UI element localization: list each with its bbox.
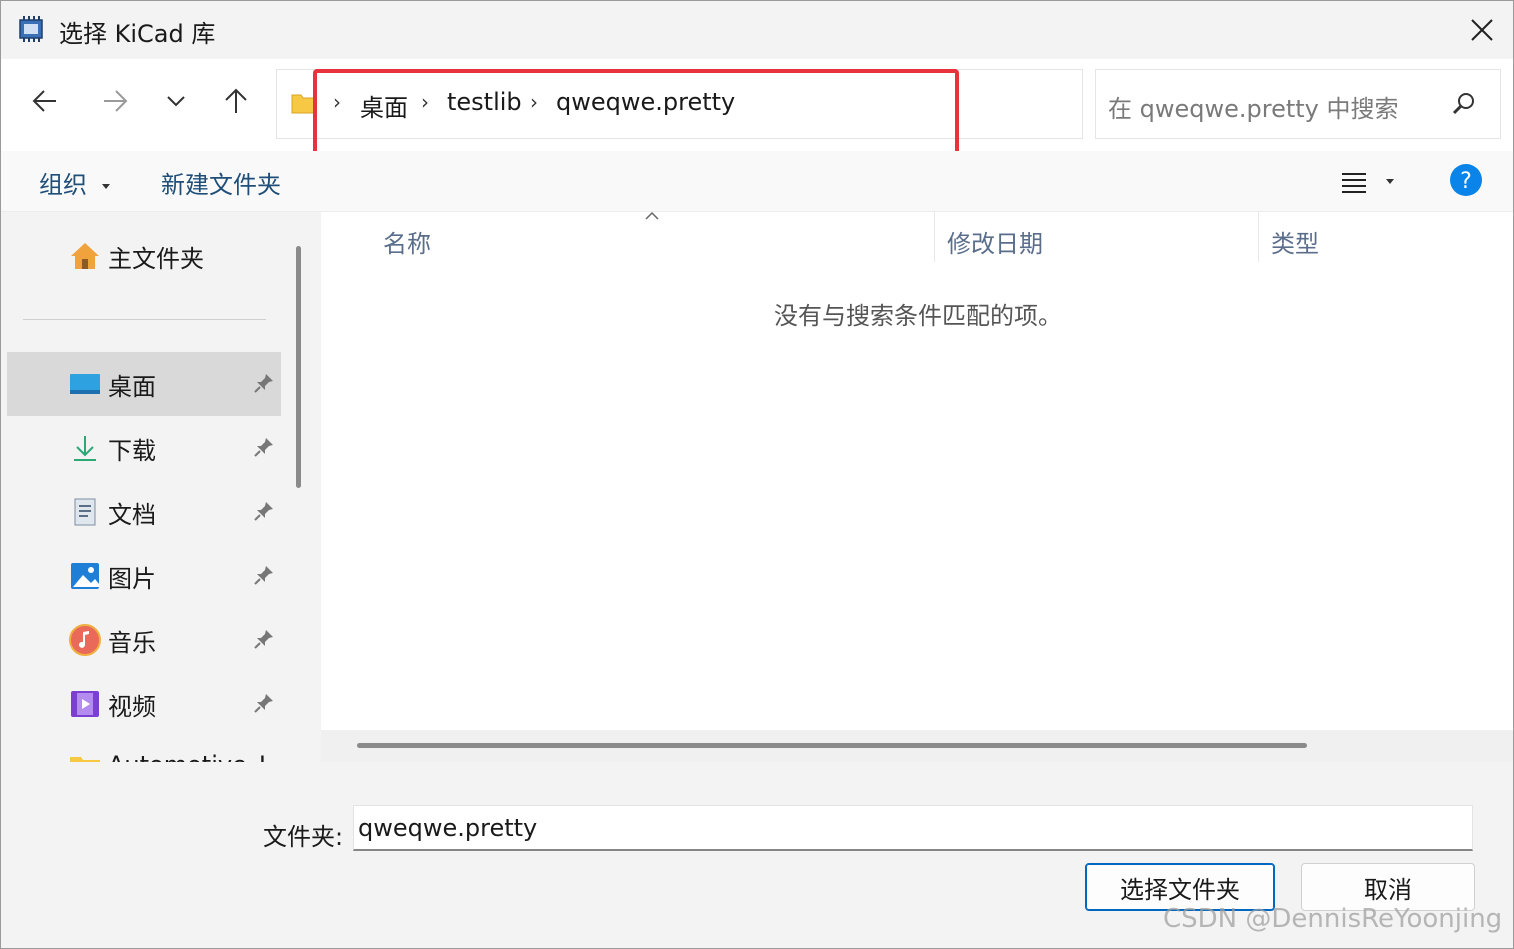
- file-list-pane: 名称 修改日期 类型 没有与搜索条件匹配的项。: [321, 211, 1513, 730]
- breadcrumb-current-folder[interactable]: qweqwe.pretty: [556, 88, 735, 116]
- column-divider[interactable]: [1258, 212, 1259, 262]
- desktop-icon: [70, 374, 100, 394]
- organize-menu[interactable]: 组织: [39, 165, 111, 200]
- caret-down-icon: [101, 184, 110, 189]
- sidebar-item-label: 下载: [108, 437, 156, 465]
- documents-icon: [74, 498, 96, 526]
- sidebar-item-label: 文档: [108, 501, 156, 529]
- sidebar-item-home[interactable]: 主文件夹: [7, 224, 281, 288]
- sidebar-scrollbar[interactable]: [296, 246, 301, 488]
- view-options-button[interactable]: [1337, 167, 1407, 197]
- back-button[interactable]: [23, 79, 67, 123]
- sidebar-item-pictures[interactable]: 图片: [7, 544, 281, 608]
- pin-icon: [254, 630, 273, 649]
- sidebar-item-label: 桌面: [108, 373, 156, 401]
- music-icon: [69, 624, 101, 656]
- breadcrumb-separator: ›: [530, 90, 538, 114]
- horizontal-scrollbar[interactable]: [321, 730, 1513, 762]
- column-header-modified[interactable]: 修改日期: [947, 224, 1043, 259]
- breadcrumb-separator: ›: [333, 90, 341, 114]
- sidebar-item-desktop[interactable]: 桌面: [7, 352, 281, 416]
- window-title: 选择 KiCad 库: [59, 20, 216, 48]
- folder-label: 文件夹:: [263, 823, 344, 851]
- sidebar-item-label: 视频: [108, 693, 156, 721]
- sidebar-item-label: 音乐: [108, 629, 156, 657]
- arrow-up-icon: [225, 88, 247, 113]
- caret-down-icon: [1386, 179, 1394, 184]
- sidebar-item-label: Automotive_I: [108, 751, 266, 762]
- sidebar-item-downloads[interactable]: 下载: [7, 416, 281, 480]
- sidebar-item-label: 图片: [108, 565, 156, 593]
- breadcrumb-testlib[interactable]: testlib: [447, 88, 522, 116]
- folder-icon: [70, 757, 100, 762]
- chevron-down-icon: [167, 96, 185, 107]
- pictures-icon: [71, 563, 99, 589]
- empty-folder-message: 没有与搜索条件匹配的项。: [774, 302, 1062, 330]
- file-dialog-window: 选择 KiCad 库 › 桌面 › testlib › qweqwe.prett…: [0, 0, 1514, 949]
- sidebar-item-music[interactable]: 音乐: [7, 608, 281, 672]
- close-button[interactable]: [1453, 1, 1511, 59]
- sidebar-item-label: 主文件夹: [108, 245, 204, 273]
- sidebar-item-automotive[interactable]: Automotive_I: [7, 736, 281, 762]
- folder-name-field[interactable]: [353, 805, 1473, 851]
- forward-button[interactable]: [93, 79, 137, 123]
- up-button[interactable]: [214, 79, 258, 123]
- pin-icon: [254, 438, 273, 457]
- new-folder-button[interactable]: 新建文件夹: [161, 165, 281, 200]
- pin-icon: [254, 694, 273, 713]
- organize-label: 组织: [39, 171, 87, 199]
- breadcrumb-desktop[interactable]: 桌面: [360, 88, 408, 123]
- close-icon: [1471, 19, 1493, 41]
- breadcrumb-separator: ›: [421, 90, 429, 114]
- pin-icon: [254, 566, 273, 585]
- pin-icon: [254, 502, 273, 521]
- view-list-icon: [1342, 173, 1366, 193]
- sidebar-item-documents[interactable]: 文档: [7, 480, 281, 544]
- watermark-text: CSDN @DennisReYoonjing: [1163, 904, 1503, 934]
- column-header-type[interactable]: 类型: [1271, 224, 1319, 259]
- pin-icon: [254, 374, 273, 393]
- download-icon: [74, 436, 96, 461]
- sort-ascending-icon: [645, 211, 659, 220]
- command-toolbar: 组织 新建文件夹 ?: [1, 151, 1513, 212]
- videos-icon: [71, 691, 99, 717]
- svg-text:?: ?: [1460, 169, 1472, 194]
- kicad-app-icon: [19, 16, 43, 42]
- folder-icon: [291, 94, 317, 114]
- sidebar-divider: [23, 319, 266, 320]
- arrow-left-icon: [32, 90, 56, 112]
- help-icon[interactable]: ?: [1449, 163, 1483, 197]
- title-bar: 选择 KiCad 库: [1, 1, 1513, 59]
- sidebar-item-videos[interactable]: 视频: [7, 672, 281, 736]
- navigation-bar: › 桌面 › testlib › qweqwe.pretty 在 qweqwe.…: [1, 59, 1513, 151]
- search-input[interactable]: 在 qweqwe.pretty 中搜索: [1095, 69, 1501, 139]
- recent-locations-button[interactable]: [154, 79, 198, 123]
- home-icon: [71, 243, 99, 269]
- column-header-name[interactable]: 名称: [383, 224, 431, 259]
- search-placeholder: 在 qweqwe.pretty 中搜索: [1108, 95, 1399, 123]
- horizontal-scrollbar-thumb[interactable]: [357, 743, 1307, 748]
- arrow-right-icon: [104, 90, 128, 112]
- column-divider[interactable]: [934, 212, 935, 262]
- search-icon: [1452, 93, 1474, 115]
- address-bar[interactable]: › 桌面 › testlib › qweqwe.pretty: [276, 69, 1334, 139]
